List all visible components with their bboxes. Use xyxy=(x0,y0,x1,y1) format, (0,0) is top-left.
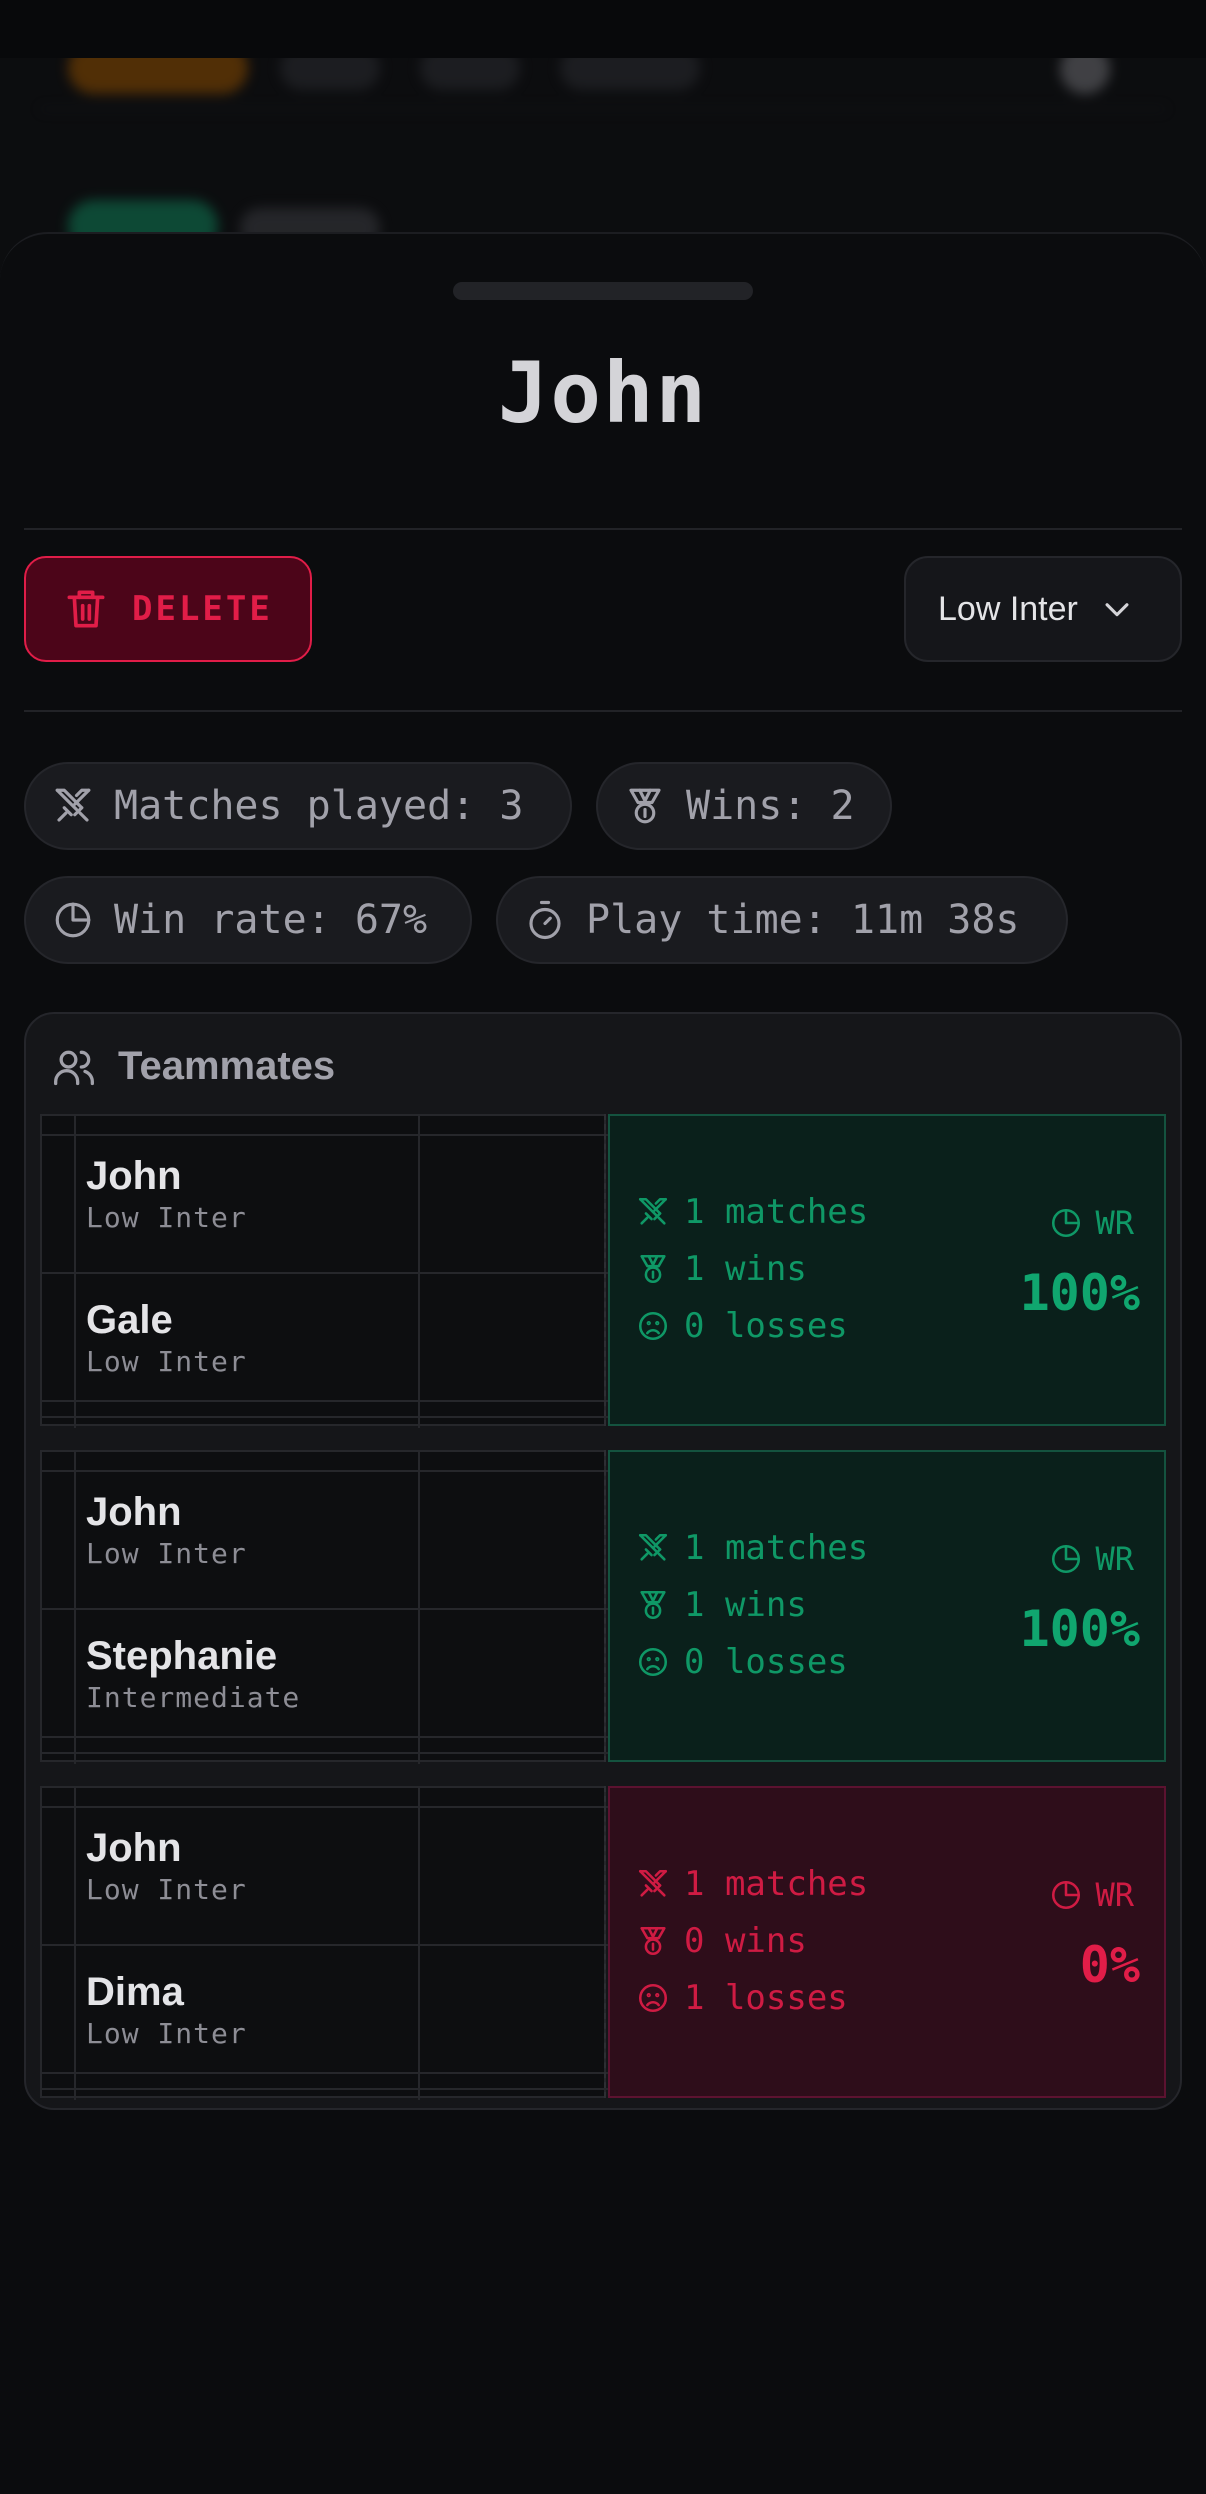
pair-wins-text: 1 wins xyxy=(684,1585,807,1625)
swords-icon xyxy=(638,1533,668,1561)
pair-wins-text: 1 wins xyxy=(684,1249,807,1289)
pair-losses: 0 losses xyxy=(636,1306,848,1346)
wr-label-text: WR xyxy=(1095,1876,1134,1914)
pair-losses: 0 losses xyxy=(636,1642,848,1682)
medal-icon xyxy=(640,1254,666,1284)
frown-icon xyxy=(638,1647,668,1677)
pair-wins: 1 wins xyxy=(636,1585,807,1625)
matches-played-text: Matches played: 3 xyxy=(114,783,524,829)
wr-label: WR xyxy=(1049,1204,1134,1242)
matches-played-chip: Matches played: 3 xyxy=(24,762,572,850)
player-entry: John Low Inter xyxy=(86,1824,247,1908)
player-entry: Stephanie Intermediate xyxy=(86,1632,300,1716)
pair-matches: 1 matches xyxy=(636,1864,868,1904)
teammates-card: Teammates John Low Inter Gale Low Inter … xyxy=(24,1012,1182,2110)
wr-value: 100% xyxy=(1019,1264,1140,1322)
pair-losses-text: 1 losses xyxy=(684,1978,848,2018)
teammates-header: Teammates xyxy=(52,1044,335,1089)
wins-text: Wins: 2 xyxy=(686,783,855,829)
medal-icon xyxy=(640,1926,666,1956)
teammates-title: Teammates xyxy=(118,1044,336,1088)
player-level: Low Inter xyxy=(86,1201,247,1234)
pair-wins: 0 wins xyxy=(636,1921,807,1961)
divider xyxy=(24,710,1182,712)
pair-grid: John Low Inter Dima Low Inter xyxy=(40,1786,608,2100)
wr-value: 100% xyxy=(1019,1600,1140,1658)
pair-grid: John Low Inter Stephanie Intermediate xyxy=(40,1450,608,1764)
pair-grid: John Low Inter Gale Low Inter xyxy=(40,1114,608,1428)
delete-button-label: DELETE xyxy=(132,589,273,629)
wr-label: WR xyxy=(1049,1876,1134,1914)
pair-losses-text: 0 losses xyxy=(684,1642,848,1682)
pair-stats-loss: 1 matches 0 wins 1 losses WR 0% xyxy=(608,1786,1166,2098)
player-level: Low Inter xyxy=(86,1537,247,1570)
divider xyxy=(24,528,1182,530)
play-time-chip: Play time: 11m 38s xyxy=(496,876,1068,964)
pie-chart-icon xyxy=(1052,1880,1081,1910)
pair-matches: 1 matches xyxy=(636,1192,868,1232)
sheet-drag-handle[interactable] xyxy=(453,282,753,300)
wr-label: WR xyxy=(1049,1540,1134,1578)
pair-wins-text: 0 wins xyxy=(684,1921,807,1961)
medal-icon xyxy=(640,1590,666,1620)
player-name-title: John xyxy=(497,344,709,442)
pair-matches-text: 1 matches xyxy=(684,1528,869,1568)
wr-label-text: WR xyxy=(1095,1204,1134,1242)
status-bar xyxy=(0,0,1206,58)
player-level: Low Inter xyxy=(86,1345,247,1378)
level-select[interactable]: Low Inter xyxy=(904,556,1182,662)
pair-wins: 1 wins xyxy=(636,1249,807,1289)
swords-icon xyxy=(55,788,91,822)
player-entry: Gale Low Inter xyxy=(86,1296,247,1380)
win-rate-chip: Win rate: 67% xyxy=(24,876,472,964)
player-name: Dima xyxy=(86,1970,184,2014)
player-name: Stephanie xyxy=(86,1634,278,1678)
pie-chart-icon xyxy=(55,902,91,938)
player-name: John xyxy=(86,1154,182,1198)
medal-icon xyxy=(629,788,661,824)
swords-icon xyxy=(638,1869,668,1897)
teammate-pair[interactable]: John Low Inter Dima Low Inter 1 matches … xyxy=(40,1786,1166,2100)
play-time-text: Play time: 11m 38s xyxy=(586,897,1020,943)
wr-value: 0% xyxy=(1079,1936,1140,1994)
pair-matches-text: 1 matches xyxy=(684,1192,869,1232)
player-name: Gale xyxy=(86,1298,173,1342)
chevron-down-icon xyxy=(1105,603,1129,617)
player-level: Intermediate xyxy=(86,1681,301,1714)
wr-label-text: WR xyxy=(1095,1540,1134,1578)
pair-losses: 1 losses xyxy=(636,1978,848,2018)
teammate-pair[interactable]: John Low Inter Gale Low Inter 1 matches … xyxy=(40,1114,1166,1428)
level-select-value: Low Inter xyxy=(938,589,1078,628)
frown-icon xyxy=(638,1983,668,2013)
pair-matches: 1 matches xyxy=(636,1528,868,1568)
trash-icon xyxy=(67,590,105,628)
frown-icon xyxy=(638,1311,668,1341)
player-entry: John Low Inter xyxy=(86,1152,247,1236)
player-name: John xyxy=(86,1826,182,1870)
player-level: Low Inter xyxy=(86,2017,247,2050)
pie-chart-icon xyxy=(1052,1544,1081,1574)
pie-chart-icon xyxy=(1052,1208,1081,1238)
pair-matches-text: 1 matches xyxy=(684,1864,869,1904)
player-entry: John Low Inter xyxy=(86,1488,247,1572)
users-icon xyxy=(54,1050,94,1085)
wins-chip: Wins: 2 xyxy=(596,762,892,850)
pair-stats-win: 1 matches 1 wins 0 losses WR 100% xyxy=(608,1450,1166,1762)
player-name: John xyxy=(86,1490,182,1534)
win-rate-text: Win rate: 67% xyxy=(114,897,428,943)
pair-losses-text: 0 losses xyxy=(684,1306,848,1346)
stopwatch-icon xyxy=(529,900,561,940)
player-level: Low Inter xyxy=(86,1873,247,1906)
player-entry: Dima Low Inter xyxy=(86,1968,247,2052)
teammate-pair[interactable]: John Low Inter Stephanie Intermediate 1 … xyxy=(40,1450,1166,1764)
delete-button[interactable]: DELETE xyxy=(24,556,312,662)
swords-icon xyxy=(638,1197,668,1225)
pair-stats-win: 1 matches 1 wins 0 losses WR 100% xyxy=(608,1114,1166,1426)
